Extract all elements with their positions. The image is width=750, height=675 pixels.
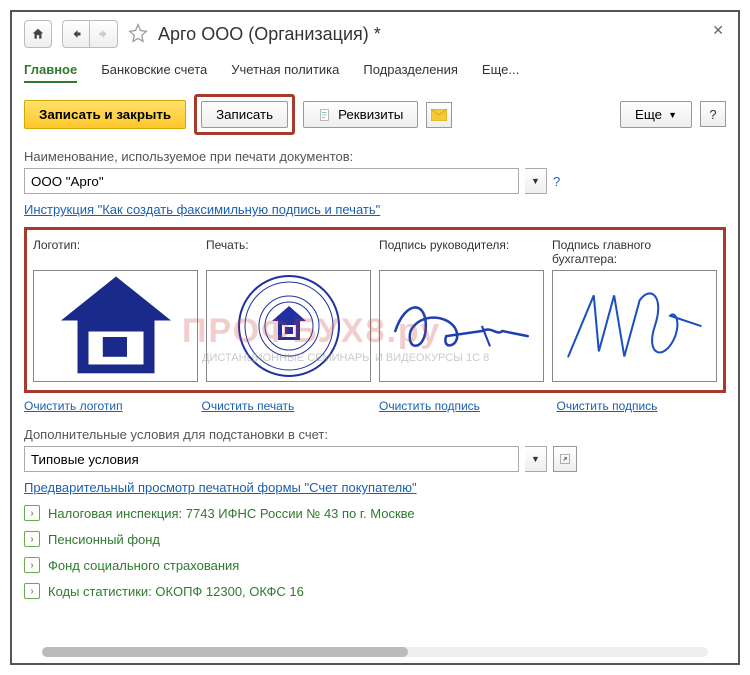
director-sig-box[interactable] xyxy=(379,270,544,382)
naming-help[interactable]: ? xyxy=(553,174,560,189)
clear-links: Очистить логотип Очистить печать Очистит… xyxy=(24,399,726,413)
home-icon xyxy=(31,27,45,41)
expand-icon: › xyxy=(24,505,40,521)
nav-group xyxy=(62,20,118,48)
expand-icon: › xyxy=(24,557,40,573)
forward-button[interactable] xyxy=(90,20,118,48)
help-button[interactable]: ? xyxy=(700,101,726,127)
window: Арго ООО (Организация) * ✕ Главное Банко… xyxy=(10,10,740,665)
naming-label: Наименование, используемое при печати до… xyxy=(24,149,726,164)
accountant-signature xyxy=(553,275,716,377)
accountant-sig-label: Подпись главного бухгалтера: xyxy=(552,238,717,270)
horizontal-scrollbar[interactable] xyxy=(42,647,708,657)
signatures-frame: Логотип: Печать: xyxy=(24,227,726,393)
naming-row: ▼ ? xyxy=(24,168,726,194)
expand-icon: › xyxy=(24,583,40,599)
naming-input[interactable] xyxy=(24,168,519,194)
tab-main[interactable]: Главное xyxy=(24,58,77,83)
tab-bank[interactable]: Банковские счета xyxy=(101,58,207,83)
tab-policy[interactable]: Учетная политика xyxy=(231,58,339,83)
logo-box[interactable] xyxy=(33,270,198,382)
arrow-left-icon xyxy=(70,28,82,40)
star-icon xyxy=(128,23,148,43)
save-button[interactable]: Записать xyxy=(201,101,288,128)
exp-stat-text: Коды статистики: ОКОПФ 12300, ОКФС 16 xyxy=(48,584,304,599)
stamp-image xyxy=(234,271,344,381)
director-sig-label: Подпись руководителя: xyxy=(379,238,544,270)
page-title: Арго ООО (Организация) * xyxy=(158,24,381,45)
logo-label: Логотип: xyxy=(33,238,198,270)
instruction-link[interactable]: Инструкция "Как создать факсимильную под… xyxy=(24,202,726,217)
details-button[interactable]: Реквизиты xyxy=(303,101,418,128)
stamp-box[interactable] xyxy=(206,270,371,382)
scrollbar-thumb[interactable] xyxy=(42,647,408,657)
clear-accountant-sig-link[interactable]: Очистить подпись xyxy=(557,399,727,413)
preview-link[interactable]: Предварительный просмотр печатной формы … xyxy=(24,480,726,495)
stamp-label: Печать: xyxy=(206,238,371,270)
exp-stat[interactable]: › Коды статистики: ОКОПФ 12300, ОКФС 16 xyxy=(24,583,726,599)
content-area: Арго ООО (Организация) * ✕ Главное Банко… xyxy=(12,12,738,663)
open-icon xyxy=(559,453,571,465)
logo-image xyxy=(50,271,182,381)
stamp-column: Печать: xyxy=(206,238,371,382)
naming-dropdown[interactable]: ▼ xyxy=(525,168,547,194)
home-button[interactable] xyxy=(24,20,52,48)
tabs: Главное Банковские счета Учетная политик… xyxy=(24,58,726,84)
accountant-sig-column: Подпись главного бухгалтера: xyxy=(552,238,717,382)
mail-icon xyxy=(431,109,447,121)
tab-divisions[interactable]: Подразделения xyxy=(363,58,458,83)
director-sig-column: Подпись руководителя: xyxy=(379,238,544,382)
exp-tax[interactable]: › Налоговая инспекция: 7743 ИФНС России … xyxy=(24,505,726,521)
exp-pension-text: Пенсионный фонд xyxy=(48,532,160,547)
more-button[interactable]: Еще ▼ xyxy=(620,101,692,128)
exp-tax-text: Налоговая инспекция: 7743 ИФНС России № … xyxy=(48,506,415,521)
details-label: Реквизиты xyxy=(338,107,403,122)
additional-input[interactable] xyxy=(24,446,519,472)
clear-stamp-link[interactable]: Очистить печать xyxy=(202,399,372,413)
exp-social-text: Фонд социального страхования xyxy=(48,558,239,573)
header: Арго ООО (Организация) * ✕ xyxy=(24,20,726,48)
arrow-right-icon xyxy=(98,28,110,40)
favorite-button[interactable] xyxy=(128,23,148,46)
tab-more[interactable]: Еще... xyxy=(482,58,519,83)
close-button[interactable]: ✕ xyxy=(712,22,724,39)
clear-logo-link[interactable]: Очистить логотип xyxy=(24,399,194,413)
additional-row: ▼ xyxy=(24,446,726,472)
expand-icon: › xyxy=(24,531,40,547)
exp-social[interactable]: › Фонд социального страхования xyxy=(24,557,726,573)
director-signature xyxy=(380,275,543,377)
document-icon xyxy=(318,108,332,122)
exp-pension[interactable]: › Пенсионный фонд xyxy=(24,531,726,547)
save-and-close-button[interactable]: Записать и закрыть xyxy=(24,100,186,129)
logo-column: Логотип: xyxy=(33,238,198,382)
chevron-down-icon: ▼ xyxy=(668,110,677,120)
additional-dropdown[interactable]: ▼ xyxy=(525,446,547,472)
accountant-sig-box[interactable] xyxy=(552,270,717,382)
back-button[interactable] xyxy=(62,20,90,48)
toolbar: Записать и закрыть Записать Реквизиты Ещ… xyxy=(24,94,726,135)
highlight-save: Записать xyxy=(194,94,295,135)
additional-label: Дополнительные условия для подстановки в… xyxy=(24,427,726,442)
mail-button[interactable] xyxy=(426,102,452,128)
clear-director-sig-link[interactable]: Очистить подпись xyxy=(379,399,549,413)
additional-open-button[interactable] xyxy=(553,446,577,472)
more-label: Еще xyxy=(635,107,662,122)
